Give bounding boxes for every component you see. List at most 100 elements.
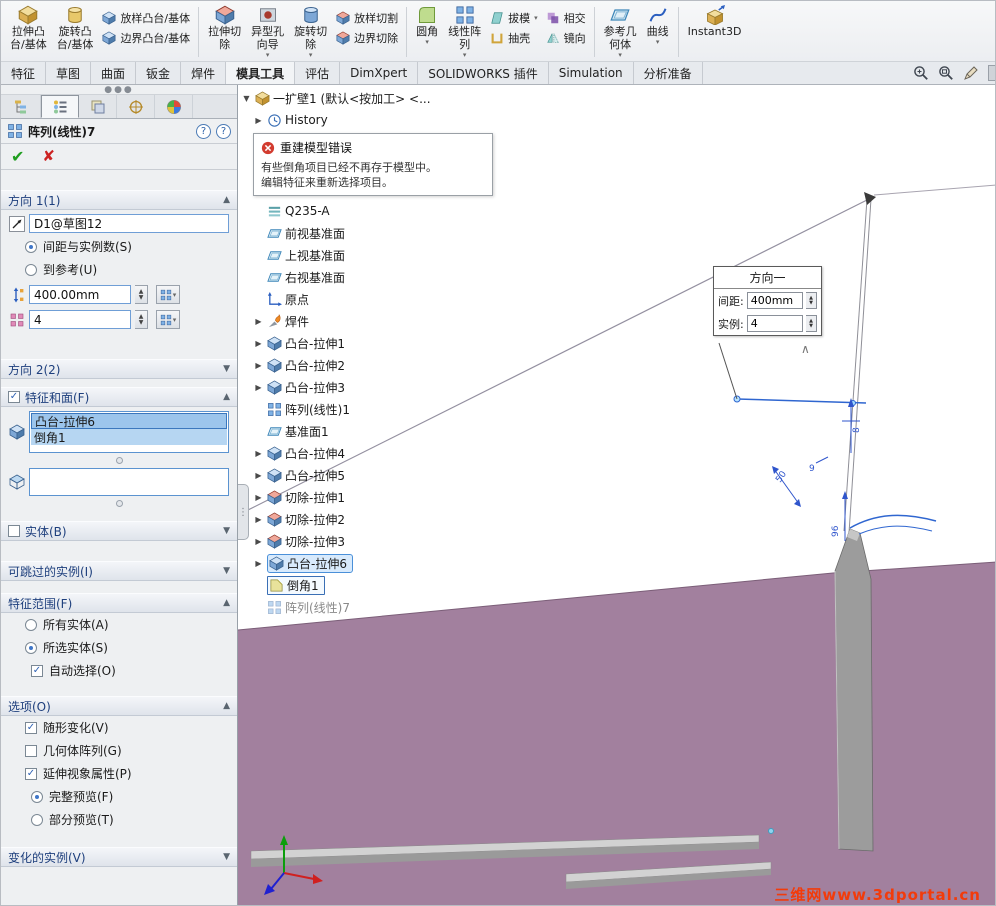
features-listbox[interactable]: 凸台-拉伸6 倒角1 [29,411,229,453]
sketch-arcs[interactable] [849,514,937,535]
dropdown-caret-icon[interactable]: ▾ [309,51,313,59]
list-item[interactable]: 倒角1 [31,429,227,445]
tree-item-origin[interactable]: 原点 [241,288,561,310]
callout-count-spinner[interactable]: ▲ ▼ [806,315,817,332]
tree-item-plane1[interactable]: 基准面1 [241,420,561,442]
tab-weldments[interactable]: 焊件 [181,62,227,84]
ok-button[interactable]: ✔ [11,148,24,165]
count-link-button[interactable]: ▾ [156,310,180,329]
draft-button[interactable]: 拔模 ▾ [490,10,538,26]
mirror-button[interactable]: 镜向 [546,30,586,46]
faces-listbox[interactable] [29,468,229,496]
propertymanager-tab[interactable] [41,95,79,118]
panel-resize-grip[interactable]: ●●● [1,85,237,94]
bodies-checkbox[interactable] [8,525,20,537]
fillet-button[interactable]: 圆角 ▾ [411,3,443,61]
tab-features[interactable]: 特征 [1,62,47,84]
tab-simulation[interactable]: Simulation [549,62,634,84]
spacing-instances-radio[interactable]: 间距与实例数(S) [1,235,237,258]
expand-arrow-icon[interactable]: ▶ [253,339,264,348]
auto-select-checkbox[interactable]: ✓ [31,664,43,677]
vary-sketch-checkbox-row[interactable]: ✓ 随形变化(V) [1,716,237,739]
tree-item-front-plane[interactable]: 前视基准面 [241,222,561,244]
tab-mold-tools[interactable]: 模具工具 [226,62,296,84]
spacing-input[interactable] [29,285,131,304]
tab-evaluate[interactable]: 评估 [295,62,341,84]
full-preview-radio[interactable]: 完整预览(F) [1,785,237,808]
shell-button[interactable]: 抽壳 [490,30,538,46]
extrude-boss-button[interactable]: 拉伸凸 台/基体 [5,3,52,61]
tree-item-boss-extrude3[interactable]: ▶ 凸台-拉伸3 [241,376,561,398]
tab-solidworks-addins[interactable]: SOLIDWORKS 插件 [418,62,549,84]
up-to-reference-radio[interactable]: 到参考(U) [1,258,237,281]
tab-analysis-prep[interactable]: 分析准备 [634,62,703,84]
graphics-viewport[interactable]: 8 9 50 96 ▼ 一扩壁1 (默认<按加工> <... ▶ History… [238,85,995,905]
section-direction2-header[interactable]: 方向 2(2) ▼ [1,359,237,379]
collapse-preview-arrow[interactable]: ∧ [801,342,810,356]
expand-arrow-icon[interactable]: ▶ [253,515,264,524]
instance-count-input[interactable] [29,310,131,329]
geometry-pattern-checkbox-row[interactable]: 几何体阵列(G) [1,739,237,762]
revolve-cut-button[interactable]: 旋转切 除 ▾ [289,3,332,61]
tree-item-history[interactable]: ▶ History [241,109,561,131]
help-icon[interactable]: ? [216,123,231,139]
callout-spacing-spinner[interactable]: ▲ ▼ [806,292,817,309]
tab-surfaces[interactable]: 曲面 [91,62,137,84]
callout-spacing-input[interactable] [746,292,803,309]
list-item[interactable]: 凸台-拉伸6 [31,413,227,429]
spacing-link-button[interactable]: ▾ [156,285,180,304]
vary-sketch-checkbox[interactable]: ✓ [25,721,37,734]
tree-item-boss-extrude1[interactable]: ▶ 凸台-拉伸1 [241,332,561,354]
tree-item-boss-extrude6[interactable]: ▶ 凸台-拉伸6 [241,552,561,574]
section-features-faces-header[interactable]: ✓ 特征和面(F) ▲ [1,387,237,407]
dropdown-caret-icon[interactable]: ▾ [463,51,467,59]
annotation-pen-button[interactable] [963,65,979,81]
section-direction1-header[interactable]: 方向 1(1) ▲ [1,190,237,210]
curves-button[interactable]: 曲线 ▾ [642,3,674,61]
expand-arrow-icon[interactable]: ▶ [253,361,264,370]
tree-item-cut-extrude2[interactable]: ▶ 切除-拉伸2 [241,508,561,530]
expand-arrow-icon[interactable]: ▼ [241,94,252,103]
dropdown-caret-icon[interactable]: ▾ [656,38,660,46]
selected-bodies-radio[interactable]: 所选实体(S) [1,636,237,659]
expand-arrow-icon[interactable]: ▶ [253,317,264,326]
section-bodies-header[interactable]: 实体(B) ▼ [1,521,237,541]
sketch-line[interactable] [733,395,867,406]
tab-dimxpert[interactable]: DimXpert [340,62,419,84]
zoom-in-button[interactable] [913,65,929,81]
zoom-area-button[interactable] [938,65,954,81]
section-varied-instances-header[interactable]: 变化的实例(V) ▼ [1,847,237,867]
boundary-cut-button[interactable]: 边界切除 [336,30,398,46]
geometry-pattern-checkbox[interactable] [25,744,37,757]
reference-geometry-button[interactable]: 参考几 何体 ▾ [599,3,642,61]
tree-item-pattern7[interactable]: 阵列(线性)7 [241,596,561,618]
expand-arrow-icon[interactable]: ▶ [253,493,264,502]
listbox-resize-grip[interactable] [115,457,123,464]
expand-arrow-icon[interactable]: ▶ [253,471,264,480]
dimension-thickness[interactable]: 8 [842,398,862,453]
panel-splitter-handle[interactable]: ⋮ [238,484,249,540]
callout-count-input[interactable] [746,315,803,332]
count-spinner[interactable]: ▲ ▼ [135,310,148,329]
hole-wizard-button[interactable]: 异型孔 向导 ▾ [246,3,289,61]
dimension-offset[interactable]: 9 [809,456,829,474]
propagate-visual-checkbox[interactable]: ✓ [25,767,37,780]
all-bodies-radio[interactable]: 所有实体(A) [1,613,237,636]
tree-item-weldment[interactable]: ▶ 焊件 [241,310,561,332]
tree-item-cut-extrude3[interactable]: ▶ 切除-拉伸3 [241,530,561,552]
tree-item-top-plane[interactable]: 上视基准面 [241,244,561,266]
clipped-toolbar-button[interactable] [988,65,995,81]
section-options-header[interactable]: 选项(O) ▲ [1,696,237,716]
expand-arrow-icon[interactable]: ▶ [253,449,264,458]
rib-plate[interactable] [834,528,874,852]
tab-sheet-metal[interactable]: 钣金 [136,62,182,84]
dimxpertmanager-tab[interactable] [117,95,155,118]
expand-arrow-icon[interactable]: ▶ [253,116,264,125]
direction1-reference-input[interactable] [29,214,229,233]
dropdown-caret-icon[interactable]: ▾ [534,14,538,22]
listbox-resize-grip[interactable] [115,500,123,507]
dropdown-caret-icon[interactable]: ▾ [266,51,270,59]
loft-boss-button[interactable]: 放样凸台/基体 [102,10,190,26]
tree-item-boss-extrude4[interactable]: ▶ 凸台-拉伸4 [241,442,561,464]
tree-item-material[interactable]: Q235-A [241,200,561,222]
